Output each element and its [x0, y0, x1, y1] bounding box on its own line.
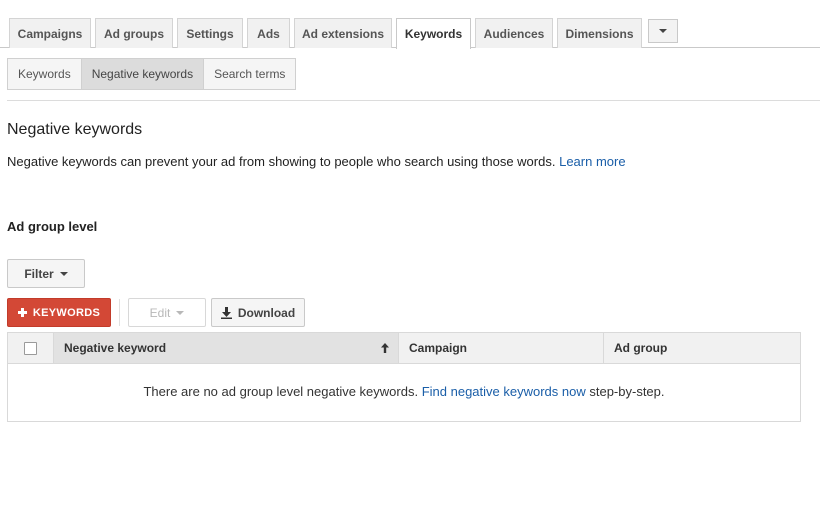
- download-label: Download: [237, 305, 296, 320]
- download-icon: [220, 306, 232, 319]
- page-title: Negative keywords: [7, 121, 143, 138]
- section-title: Ad group level: [7, 219, 98, 234]
- tab-settings[interactable]: Settings: [177, 18, 243, 48]
- download-button[interactable]: Download: [211, 298, 305, 327]
- sort-ascending-icon: [381, 343, 389, 353]
- toolbar-separator: [119, 299, 120, 326]
- chevron-down-icon: [59, 271, 68, 276]
- tab-keywords[interactable]: Keywords: [396, 18, 471, 49]
- column-label: Ad group: [614, 341, 668, 355]
- subtab-negative-keywords[interactable]: Negative keywords: [81, 59, 205, 89]
- divider: [7, 100, 820, 101]
- column-header-campaign[interactable]: Campaign: [399, 333, 604, 363]
- plus-icon: [17, 308, 27, 317]
- empty-table-message: There are no ad group level negative key…: [8, 384, 800, 399]
- more-tabs-button[interactable]: [648, 19, 678, 43]
- empty-message-suffix: step-by-step.: [589, 384, 665, 399]
- chevron-down-icon: [176, 310, 185, 315]
- table-header: Negative keyword Campaign Ad group: [8, 333, 800, 364]
- tab-audiences[interactable]: Audiences: [475, 18, 553, 48]
- main-tab-bar: Campaigns Ad groups Settings Ads Ad exte…: [0, 0, 820, 49]
- filter-button[interactable]: Filter: [7, 259, 85, 288]
- negative-keywords-table: Negative keyword Campaign Ad group There…: [7, 332, 801, 422]
- column-header-negative-keyword[interactable]: Negative keyword: [54, 333, 399, 363]
- find-negative-keywords-link[interactable]: Find negative keywords now: [422, 384, 586, 399]
- tab-ad-extensions[interactable]: Ad extensions: [294, 18, 392, 48]
- add-keywords-label: KEYWORDS: [32, 306, 101, 319]
- select-all-checkbox[interactable]: [24, 341, 37, 355]
- subtab-search-terms[interactable]: Search terms: [204, 59, 296, 89]
- tab-campaigns[interactable]: Campaigns: [9, 18, 91, 48]
- filter-label: Filter: [24, 266, 54, 281]
- empty-message-text: There are no ad group level negative key…: [143, 384, 419, 399]
- page-description: Negative keywords can prevent your ad fr…: [7, 154, 626, 169]
- column-label: Campaign: [409, 341, 468, 355]
- chevron-down-icon: [659, 29, 667, 33]
- add-keywords-button[interactable]: KEYWORDS: [7, 298, 111, 327]
- edit-button[interactable]: Edit: [128, 298, 206, 327]
- column-header-ad-group[interactable]: Ad group: [604, 333, 800, 363]
- description-text: Negative keywords can prevent your ad fr…: [7, 154, 556, 169]
- tab-dimensions[interactable]: Dimensions: [557, 18, 642, 48]
- column-label: Negative keyword: [64, 341, 167, 355]
- select-all-cell: [8, 333, 54, 363]
- edit-label: Edit: [149, 305, 171, 320]
- learn-more-link[interactable]: Learn more: [559, 154, 625, 169]
- tab-ad-groups[interactable]: Ad groups: [95, 18, 173, 48]
- sub-tab-bar: Keywords Negative keywords Search terms: [7, 58, 297, 90]
- tab-ads[interactable]: Ads: [247, 18, 290, 48]
- subtab-keywords[interactable]: Keywords: [8, 59, 82, 89]
